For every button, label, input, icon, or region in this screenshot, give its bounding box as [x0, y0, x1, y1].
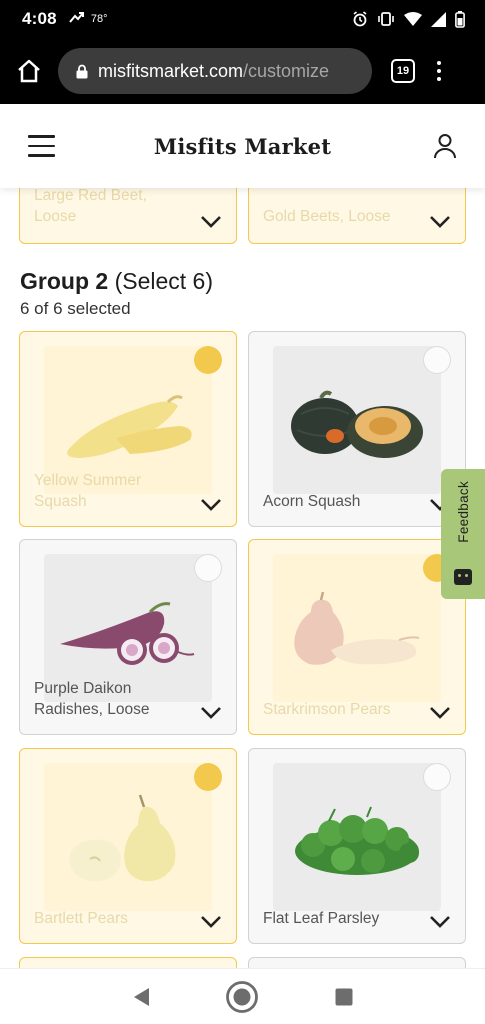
group-title: Group 2 (Select 6) [20, 268, 213, 295]
recents-square-icon [335, 988, 353, 1005]
tab-switcher-button[interactable]: 19 [391, 59, 415, 83]
home-button[interactable] [14, 56, 44, 86]
feedback-label: Feedback [455, 481, 471, 543]
wifi-icon [404, 12, 422, 26]
back-button[interactable] [121, 977, 161, 1017]
group-title-instruction: (Select 6) [114, 268, 213, 294]
selected-check-indicator[interactable] [194, 763, 222, 791]
lock-icon [76, 64, 88, 79]
product-card-partial[interactable] [19, 957, 237, 968]
unselected-check-indicator[interactable] [194, 554, 222, 582]
product-card-partial[interactable] [248, 957, 466, 968]
kebab-dot [437, 69, 441, 73]
back-triangle-icon [133, 987, 149, 1006]
recents-button[interactable] [324, 977, 364, 1017]
customize-content: Large Red Beet, Loose Gold Beets, Loose … [0, 188, 485, 968]
missed-call-icon [69, 11, 85, 27]
url-path: /customize [243, 60, 330, 81]
product-card-gold-beets[interactable]: Gold Beets, Loose [248, 188, 466, 244]
group-title-bold: Group 2 [20, 268, 109, 294]
unselected-check-indicator[interactable] [423, 763, 451, 791]
alarm-icon [352, 11, 368, 27]
product-card-yellow-summer-squash[interactable]: Yellow Summer Squash [19, 331, 237, 527]
url-host: misfitsmarket.com [98, 60, 244, 81]
home-icon [18, 59, 40, 83]
home-circle-icon [226, 980, 259, 1013]
product-name: Purple Daikon Radishes, Loose [34, 680, 150, 718]
address-bar[interactable]: misfitsmarket.com/customize [58, 48, 372, 94]
chevron-down-icon[interactable] [429, 215, 451, 229]
site-header: Misfits Market [0, 104, 485, 188]
chevron-down-icon[interactable] [200, 215, 222, 229]
product-card-purple-daikon-radishes[interactable]: Purple Daikon Radishes, Loose [19, 539, 237, 735]
product-card-starkrimson-pears[interactable]: Starkrimson Pears [248, 539, 466, 735]
vibrate-icon [377, 11, 395, 27]
status-time: 4:08 [22, 9, 57, 28]
temperature: 78° [90, 13, 108, 25]
chevron-down-icon[interactable] [200, 915, 222, 929]
selection-count: 6 of 6 selected [20, 299, 131, 318]
product-name: Starkrimson Pears [263, 701, 391, 718]
site-logo[interactable]: Misfits Market [0, 134, 485, 159]
home-nav-button[interactable] [222, 977, 262, 1017]
kebab-dot [437, 77, 441, 81]
product-card-flat-leaf-parsley[interactable]: Flat Leaf Parsley [248, 748, 466, 944]
chevron-down-icon[interactable] [200, 498, 222, 512]
product-card-bartlett-pears[interactable]: Bartlett Pears [19, 748, 237, 944]
status-bar: 4:08 78° [0, 0, 485, 38]
kebab-dot [437, 61, 441, 65]
product-name: Bartlett Pears [34, 910, 128, 927]
hamburger-menu-icon[interactable] [28, 135, 55, 157]
product-card-large-red-beet[interactable]: Large Red Beet, Loose [19, 188, 237, 244]
chevron-down-icon[interactable] [429, 915, 451, 929]
battery-icon [455, 10, 465, 28]
signal-icon [431, 11, 446, 27]
product-name: Acorn Squash [263, 493, 361, 510]
system-navigation-bar [0, 968, 485, 1024]
product-name: Flat Leaf Parsley [263, 910, 380, 927]
account-icon[interactable] [433, 133, 457, 159]
browser-menu-button[interactable] [437, 61, 441, 81]
product-name: Large Red Beet, Loose [34, 188, 147, 225]
product-name: Yellow Summer Squash [34, 472, 142, 510]
chevron-down-icon[interactable] [429, 706, 451, 720]
selected-check-indicator[interactable] [194, 346, 222, 374]
feedback-tab[interactable]: Feedback [441, 469, 485, 599]
product-name: Gold Beets, Loose [263, 208, 391, 225]
product-card-acorn-squash[interactable]: Acorn Squash [248, 331, 466, 527]
browser-toolbar: misfitsmarket.com/customize 19 [0, 38, 485, 104]
feedback-face-icon [454, 569, 472, 585]
chevron-down-icon[interactable] [200, 706, 222, 720]
unselected-check-indicator[interactable] [423, 346, 451, 374]
